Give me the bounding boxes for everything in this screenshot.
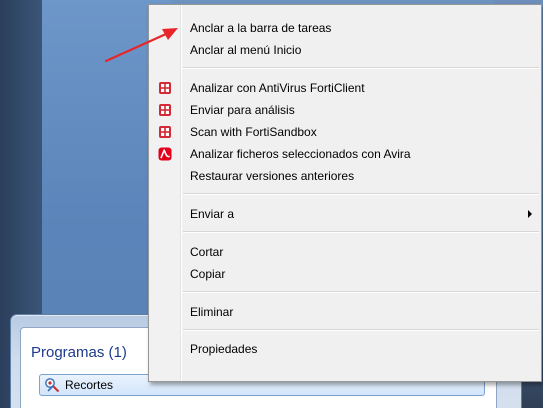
menu-item-label: Enviar a xyxy=(190,207,235,221)
menu-item-copy[interactable]: Copiar xyxy=(149,263,541,285)
menu-item-label: Enviar para análisis xyxy=(190,103,295,117)
program-label: Recortes xyxy=(65,378,114,392)
context-menu-icon-gutter xyxy=(149,5,182,381)
programs-heading[interactable]: Programas (1) xyxy=(31,344,127,361)
avira-umbrella-icon xyxy=(157,146,173,162)
menu-separator xyxy=(183,231,539,233)
menu-separator xyxy=(183,291,539,293)
menu-separator xyxy=(183,193,539,195)
menu-item-label: Restaurar versiones anteriores xyxy=(190,169,355,183)
menu-item-pin-start[interactable]: Anclar al menú Inicio xyxy=(149,39,541,61)
desktop-background: Programas (1) Recortes Anclar a la barra… xyxy=(0,0,543,408)
context-menu: Anclar a la barra de tareas Anclar al me… xyxy=(148,4,542,382)
menu-item-label: Analizar ficheros seleccionados con Avir… xyxy=(190,147,411,161)
menu-item-label: Anclar a la barra de tareas xyxy=(190,21,332,35)
menu-item-scan-fortisandbox[interactable]: Scan with FortiSandbox xyxy=(149,121,541,143)
forticlient-shield-icon xyxy=(157,102,173,118)
menu-item-properties[interactable]: Propiedades xyxy=(149,338,541,360)
submenu-arrow-icon xyxy=(528,210,532,218)
forticlient-shield-icon xyxy=(157,124,173,140)
menu-item-send-analysis[interactable]: Enviar para análisis xyxy=(149,99,541,121)
menu-separator xyxy=(183,329,539,331)
menu-item-label: Copiar xyxy=(190,267,226,281)
snipping-tool-icon xyxy=(43,376,61,394)
menu-item-scan-avira[interactable]: Analizar ficheros seleccionados con Avir… xyxy=(149,143,541,165)
menu-item-label: Cortar xyxy=(190,245,224,259)
menu-item-delete[interactable]: Eliminar xyxy=(149,301,541,323)
menu-item-label: Scan with FortiSandbox xyxy=(190,125,317,139)
menu-item-label: Eliminar xyxy=(190,305,234,319)
forticlient-shield-icon xyxy=(157,80,173,96)
menu-item-restore-versions[interactable]: Restaurar versiones anteriores xyxy=(149,165,541,187)
menu-item-send-to[interactable]: Enviar a xyxy=(149,203,541,225)
menu-item-label: Analizar con AntiVirus FortiClient xyxy=(190,81,365,95)
menu-separator xyxy=(183,67,539,69)
menu-item-label: Propiedades xyxy=(190,342,258,356)
menu-item-label: Anclar al menú Inicio xyxy=(190,43,302,57)
menu-item-scan-forticlient[interactable]: Analizar con AntiVirus FortiClient xyxy=(149,77,541,99)
menu-item-cut[interactable]: Cortar xyxy=(149,241,541,263)
menu-item-pin-taskbar[interactable]: Anclar a la barra de tareas xyxy=(149,17,541,39)
